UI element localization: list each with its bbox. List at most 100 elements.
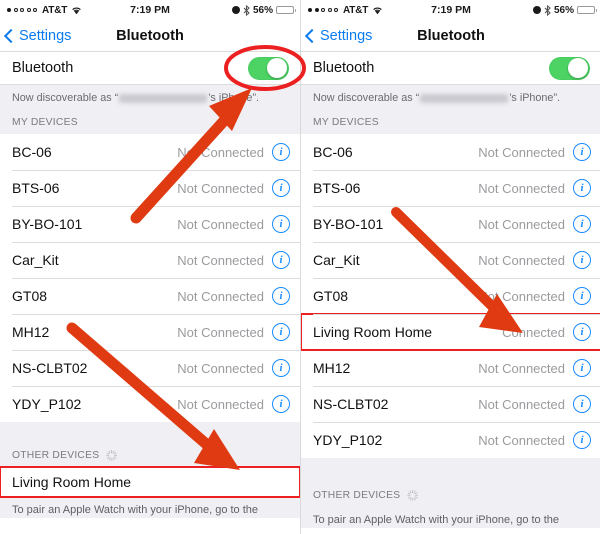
status-bar-right: AT&T 7:19 PM 56%: [301, 0, 600, 20]
battery-icon: [276, 5, 296, 15]
list-gap-right: [301, 458, 600, 484]
info-icon[interactable]: i: [272, 323, 290, 341]
device-status: Not Connected: [177, 180, 264, 196]
device-status: Not Connected: [478, 252, 565, 268]
battery-percent-label: 56%: [252, 4, 273, 16]
info-icon[interactable]: i: [573, 359, 591, 377]
screenshot-stage: AT&T 7:19 PM 56% Settings Bluetooth Blue…: [0, 0, 600, 534]
other-devices-section-header-left: OTHER DEVICES: [0, 444, 300, 467]
info-icon[interactable]: i: [272, 287, 290, 305]
pairing-footer-left: To pair an Apple Watch with your iPhone,…: [0, 497, 300, 518]
device-row[interactable]: Car_Kit Not Connected i: [301, 242, 600, 278]
device-row[interactable]: YDY_P102 Not Connected i: [0, 386, 300, 422]
info-icon[interactable]: i: [272, 143, 290, 161]
discoverable-prefix: Now discoverable as “: [12, 92, 119, 104]
device-name: YDY_P102: [12, 396, 82, 412]
device-row[interactable]: BTS-06 Not Connected i: [0, 170, 300, 206]
scanning-spinner-icon: [407, 490, 419, 501]
device-row[interactable]: Living Room Home Connected i: [301, 313, 600, 351]
device-row[interactable]: YDY_P102 Not Connected i: [301, 422, 600, 458]
info-icon[interactable]: i: [272, 179, 290, 197]
device-row[interactable]: GT08 Not Connected i: [301, 278, 600, 314]
device-row[interactable]: MH12 Not Connected i: [0, 314, 300, 350]
device-name: GT08: [12, 288, 48, 304]
device-row[interactable]: NS-CLBT02 Not Connected i: [0, 350, 300, 386]
device-name: BC-06: [313, 144, 353, 160]
device-name: Car_Kit: [313, 252, 360, 268]
alarm-clock-icon: [532, 6, 541, 14]
device-row[interactable]: NS-CLBT02 Not Connected i: [301, 386, 600, 422]
device-status: Not Connected: [478, 288, 565, 304]
device-name: MH12: [12, 324, 50, 340]
device-row[interactable]: BTS-06 Not Connected i: [301, 170, 600, 206]
device-name: Car_Kit: [12, 252, 59, 268]
info-icon[interactable]: i: [573, 251, 591, 269]
device-row[interactable]: BC-06 Not Connected i: [301, 134, 600, 170]
device-status: Not Connected: [177, 144, 264, 160]
discoverable-note-left: Now discoverable as “ Redacted Name ’s i…: [0, 85, 300, 111]
info-icon[interactable]: i: [573, 143, 591, 161]
device-row[interactable]: MH12 Not Connected i: [301, 350, 600, 386]
list-gap-left: [0, 422, 300, 444]
info-icon[interactable]: i: [573, 395, 591, 413]
device-name: BTS-06: [12, 180, 60, 196]
device-row[interactable]: BC-06 Not Connected i: [0, 134, 300, 170]
bluetooth-icon: [544, 4, 551, 16]
info-icon[interactable]: i: [573, 431, 591, 449]
other-devices-section-header-right: OTHER DEVICES: [301, 484, 600, 507]
scanning-spinner-icon: [106, 450, 118, 461]
info-icon[interactable]: i: [573, 323, 591, 341]
device-name: Living Room Home: [313, 324, 433, 340]
info-icon[interactable]: i: [573, 179, 591, 197]
bluetooth-toggle-switch[interactable]: [248, 56, 289, 80]
info-icon[interactable]: i: [272, 359, 290, 377]
device-name: BY-BO-101: [12, 216, 83, 232]
info-icon[interactable]: i: [272, 395, 290, 413]
info-icon[interactable]: i: [272, 251, 290, 269]
alarm-clock-icon: [231, 6, 240, 14]
bluetooth-toggle-row-left[interactable]: Bluetooth: [0, 52, 300, 85]
device-status: Not Connected: [177, 288, 264, 304]
device-name: GT08: [313, 288, 349, 304]
pairing-footer-right: To pair an Apple Watch with your iPhone,…: [301, 507, 600, 528]
page-title: Bluetooth: [116, 27, 184, 44]
discoverable-suffix: ’s iPhone”.: [509, 92, 561, 104]
info-icon[interactable]: i: [573, 215, 591, 233]
device-row[interactable]: BY-BO-101 Not Connected i: [301, 206, 600, 242]
my-devices-section-header-right: MY DEVICES: [301, 111, 600, 134]
my-devices-list-right: BC-06 Not Connected i BTS-06 Not Connected i B…: [301, 134, 600, 458]
device-name: NS-CLBT02: [313, 396, 389, 412]
my-devices-list-left: BC-06 Not Connected i BTS-06 Not Connected i B…: [0, 134, 300, 422]
blurred-device-name: Redacted Name: [119, 93, 208, 103]
status-bar-right-group-right: 56%: [532, 4, 597, 16]
bluetooth-toggle-row-right[interactable]: Bluetooth: [301, 52, 600, 85]
device-status: Not Connected: [177, 216, 264, 232]
device-status: Not Connected: [177, 360, 264, 376]
status-bar-right-group: 56%: [231, 4, 296, 16]
device-status: Connected: [502, 324, 565, 340]
device-name: BY-BO-101: [313, 216, 384, 232]
toggle-knob: [568, 58, 588, 78]
bluetooth-label: Bluetooth: [12, 60, 74, 76]
device-status: Not Connected: [478, 216, 565, 232]
my-devices-label: MY DEVICES: [12, 117, 78, 128]
left-phone-screen: AT&T 7:19 PM 56% Settings Bluetooth Blue…: [0, 0, 300, 534]
page-title: Bluetooth: [417, 27, 485, 44]
device-row[interactable]: BY-BO-101 Not Connected i: [0, 206, 300, 242]
nav-bar-right: Settings Bluetooth: [301, 20, 600, 52]
device-name: BTS-06: [313, 180, 361, 196]
device-status: Not Connected: [177, 252, 264, 268]
device-status: Not Connected: [177, 396, 264, 412]
info-icon[interactable]: i: [573, 287, 591, 305]
other-device-row-living-room-home[interactable]: Living Room Home: [0, 466, 300, 498]
info-icon[interactable]: i: [272, 215, 290, 233]
device-row[interactable]: GT08 Not Connected i: [0, 278, 300, 314]
battery-icon: [577, 5, 597, 15]
device-status: Not Connected: [478, 396, 565, 412]
device-row[interactable]: Car_Kit Not Connected i: [0, 242, 300, 278]
status-bar-left: AT&T 7:19 PM 56%: [0, 0, 300, 20]
bluetooth-toggle-switch[interactable]: [549, 56, 590, 80]
device-status: Not Connected: [478, 144, 565, 160]
device-name: MH12: [313, 360, 351, 376]
nav-bar-left: Settings Bluetooth: [0, 20, 300, 52]
